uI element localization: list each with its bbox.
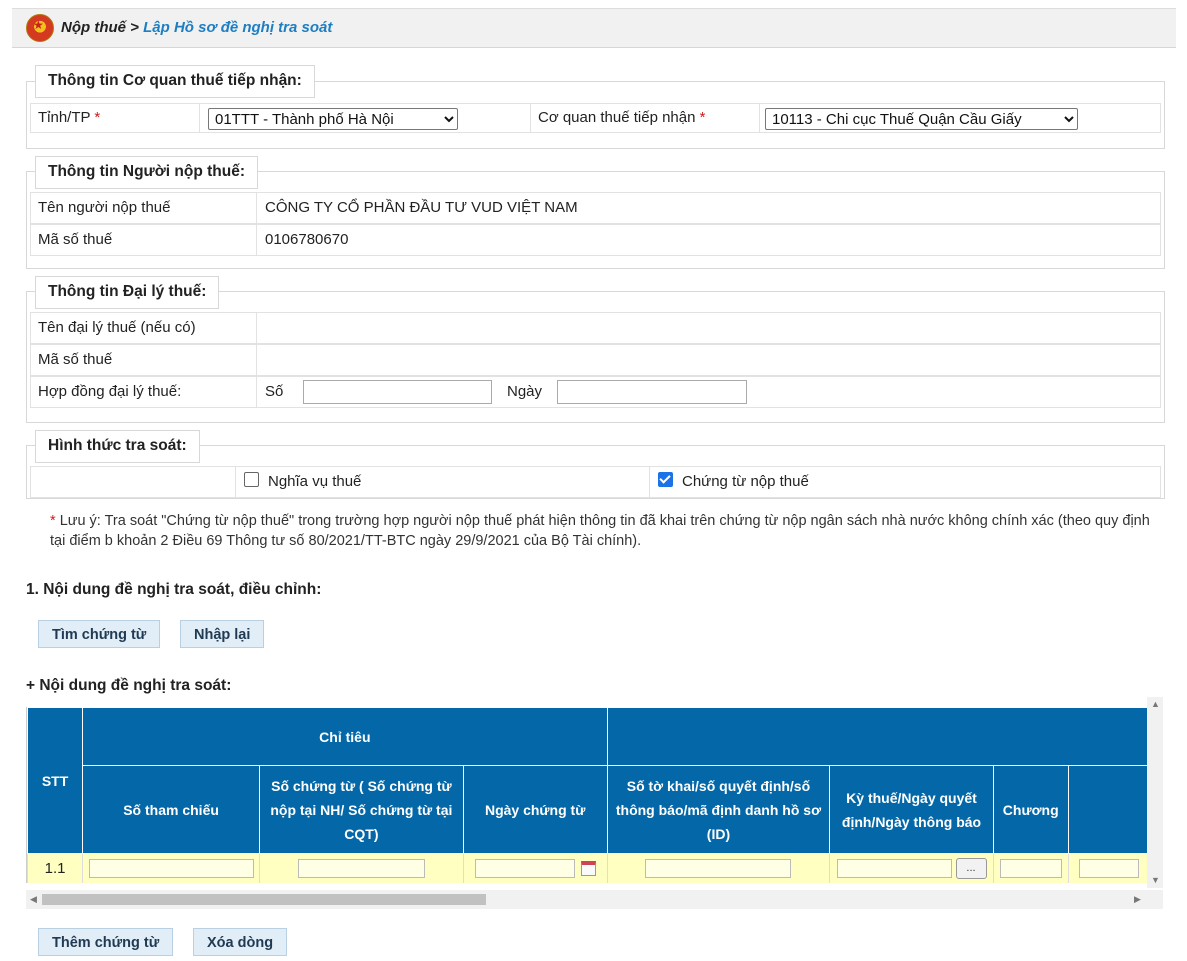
col-group-criteria: Chỉ tiêu bbox=[82, 707, 608, 766]
breadcrumb: Nộp thuế > Lập Hồ sơ đề nghị tra soát bbox=[61, 19, 332, 36]
taxpayer-tin-value: 0106780670 bbox=[265, 231, 349, 248]
voucher-grid: STT Chỉ tiêu Số tham chiếu Số chứng từ (… bbox=[26, 707, 1148, 883]
note-body: Lưu ý: Tra soát "Chứng từ nộp thuế" tron… bbox=[50, 513, 1150, 549]
tax-period-cell: ... bbox=[829, 853, 994, 883]
province-select[interactable]: 01TTT - Thành phố Hà Nội bbox=[208, 108, 458, 130]
breadcrumb-current[interactable]: Lập Hồ sơ đề nghị tra soát bbox=[143, 19, 332, 36]
taxpayer-legend: Thông tin Người nộp thuế: bbox=[35, 156, 258, 189]
taxpayer-name-row: Tên người nộp thuế CÔNG TY CỔ PHẦN ĐẦU T… bbox=[30, 192, 1161, 224]
contract-number-label: Số bbox=[265, 383, 284, 400]
chapter-input[interactable] bbox=[999, 859, 1062, 878]
delete-row-button[interactable]: Xóa dòng bbox=[193, 928, 288, 956]
calendar-icon[interactable] bbox=[580, 861, 596, 876]
col-reference: Số tham chiếu bbox=[82, 765, 261, 854]
section-subtitle: + Nội dung đề nghị tra soát: bbox=[26, 677, 232, 694]
office-select[interactable]: 10113 - Chi cục Thuế Quận Cầu Giấy bbox=[765, 108, 1078, 130]
scroll-up-icon[interactable]: ▲ bbox=[1151, 699, 1160, 709]
agent-contract-row: Hợp đồng đại lý thuế: Số Ngày bbox=[30, 376, 1161, 408]
taxpayer-fieldset: Thông tin Người nộp thuế: Tên người nộp … bbox=[26, 156, 1165, 269]
table-row: 1.1 ... bbox=[27, 853, 1148, 883]
payment-voucher-checkbox[interactable] bbox=[658, 472, 673, 487]
obligation-checkbox[interactable] bbox=[244, 472, 259, 487]
declaration-id-cell bbox=[606, 853, 831, 883]
col-stt: STT bbox=[27, 707, 84, 854]
voucher-table: STT Chỉ tiêu Số tham chiếu Số chứng từ (… bbox=[27, 707, 1148, 883]
agent-contract-label: Hợp đồng đại lý thuế: bbox=[31, 377, 257, 407]
agent-legend: Thông tin Đại lý thuế: bbox=[35, 276, 220, 309]
province-label: Tỉnh/TP * bbox=[31, 104, 200, 132]
note-star: * bbox=[50, 513, 56, 529]
chapter-cell bbox=[992, 853, 1069, 883]
col-chapter: Chương bbox=[992, 765, 1069, 854]
section-title: 1. Nội dung đề nghị tra soát, điều chỉnh… bbox=[26, 581, 322, 598]
method-row: Nghĩa vụ thuế Chứng từ nộp thuế bbox=[30, 466, 1161, 498]
taxpayer-tin-row: Mã số thuế 0106780670 bbox=[30, 224, 1161, 256]
col-next bbox=[1067, 765, 1148, 854]
taxpayer-tin-label: Mã số thuế bbox=[31, 225, 257, 255]
breadcrumb-root[interactable]: Nộp thuế bbox=[61, 19, 126, 36]
reference-input[interactable] bbox=[88, 859, 254, 878]
scroll-right-icon[interactable]: ▶ bbox=[1134, 894, 1141, 905]
agent-name-row: Tên đại lý thuế (nếu có) bbox=[30, 312, 1161, 344]
scroll-down-icon[interactable]: ▼ bbox=[1151, 875, 1160, 885]
scroll-thumb[interactable] bbox=[42, 894, 486, 905]
page-header: Nộp thuế > Lập Hồ sơ đề nghị tra soát bbox=[12, 8, 1176, 48]
col-declaration-id: Số tờ khai/số quyết định/số thông báo/mã… bbox=[606, 765, 831, 854]
option-payment-voucher[interactable]: Chứng từ nộp thuế bbox=[651, 467, 809, 497]
col-tax-period: Kỳ thuế/Ngày quyết định/Ngày thông báo bbox=[829, 765, 994, 854]
agency-fieldset: Thông tin Cơ quan thuế tiếp nhận: Tỉnh/T… bbox=[26, 65, 1165, 149]
grid-vertical-scrollbar[interactable]: ▲ ▼ bbox=[1147, 697, 1163, 888]
col-voucher-number: Số chứng từ ( Số chứng từ nộp tại NH/ Số… bbox=[259, 765, 464, 854]
obligation-label: Nghĩa vụ thuế bbox=[268, 473, 362, 490]
reset-button[interactable]: Nhập lại bbox=[180, 620, 265, 648]
method-fieldset: Hình thức tra soát: Nghĩa vụ thuế Chứng … bbox=[26, 430, 1165, 499]
tax-period-picker-button[interactable]: ... bbox=[955, 858, 987, 879]
note-text: * Lưu ý: Tra soát "Chứng từ nộp thuế" tr… bbox=[50, 511, 1160, 551]
contract-number-input[interactable] bbox=[303, 380, 492, 404]
agency-legend: Thông tin Cơ quan thuế tiếp nhận: bbox=[35, 65, 315, 98]
agent-tin-row: Mã số thuế bbox=[30, 344, 1161, 376]
taxpayer-name-label: Tên người nộp thuế bbox=[31, 193, 257, 223]
tax-period-input[interactable] bbox=[836, 859, 952, 878]
voucher-date-input[interactable] bbox=[474, 859, 575, 878]
contract-date-label: Ngày bbox=[507, 383, 543, 400]
next-input[interactable] bbox=[1078, 859, 1139, 878]
col-group-empty bbox=[606, 707, 1148, 766]
agent-tin-label: Mã số thuế bbox=[31, 345, 257, 375]
contract-date-input[interactable] bbox=[557, 380, 747, 404]
method-legend: Hình thức tra soát: bbox=[35, 430, 200, 463]
grid-horizontal-scrollbar[interactable]: ◀ ▶ bbox=[26, 890, 1163, 909]
payment-voucher-label: Chứng từ nộp thuế bbox=[682, 473, 809, 490]
agency-row: Tỉnh/TP * 01TTT - Thành phố Hà Nội Cơ qu… bbox=[30, 103, 1161, 133]
breadcrumb-separator: > bbox=[126, 19, 144, 36]
agent-name-label: Tên đại lý thuế (nếu có) bbox=[31, 313, 257, 343]
next-cell bbox=[1067, 853, 1148, 883]
col-voucher-date: Ngày chứng từ bbox=[462, 765, 608, 854]
scroll-left-icon[interactable]: ◀ bbox=[30, 894, 37, 905]
voucher-number-cell bbox=[259, 853, 464, 883]
row-index: 1.1 bbox=[27, 853, 84, 883]
option-obligation[interactable]: Nghĩa vụ thuế bbox=[237, 467, 650, 497]
voucher-date-cell bbox=[462, 853, 608, 883]
method-empty-cell bbox=[31, 467, 236, 497]
emblem-logo-icon bbox=[26, 14, 54, 42]
voucher-number-input[interactable] bbox=[297, 859, 425, 878]
declaration-id-input[interactable] bbox=[645, 859, 792, 878]
taxpayer-name-value: CÔNG TY CỔ PHẦN ĐẦU TƯ VUD VIỆT NAM bbox=[265, 199, 578, 216]
search-voucher-button[interactable]: Tìm chứng từ bbox=[38, 620, 161, 648]
add-voucher-button[interactable]: Thêm chứng từ bbox=[38, 928, 174, 956]
office-label: Cơ quan thuế tiếp nhận * bbox=[530, 104, 760, 132]
reference-cell bbox=[82, 853, 261, 883]
agent-fieldset: Thông tin Đại lý thuế: Tên đại lý thuế (… bbox=[26, 276, 1165, 423]
